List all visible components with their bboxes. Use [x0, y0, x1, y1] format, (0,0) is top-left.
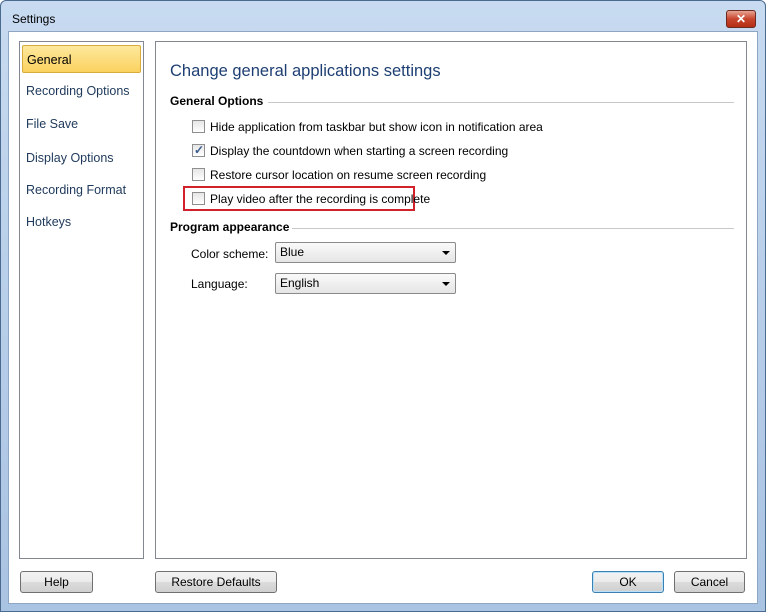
- help-button[interactable]: Help: [20, 571, 93, 593]
- sidebar-item-hotkeys[interactable]: Hotkeys: [22, 208, 141, 236]
- countdown-label[interactable]: Display the countdown when starting a sc…: [210, 144, 508, 158]
- hide-taskbar-label[interactable]: Hide application from taskbar but show i…: [210, 120, 543, 134]
- sidebar-item-recording-format[interactable]: Recording Format: [22, 176, 141, 204]
- language-value: English: [280, 276, 320, 290]
- dropdown-arrow-icon: [442, 282, 450, 286]
- page-title: Change general applications settings: [170, 62, 441, 80]
- countdown-checkbox[interactable]: ✓: [192, 143, 205, 157]
- language-select[interactable]: English: [275, 273, 456, 294]
- divider: [268, 102, 734, 103]
- close-icon: ✕: [735, 12, 747, 26]
- sidebar-item-display-options[interactable]: Display Options: [22, 144, 141, 172]
- sidebar-item-recording-options[interactable]: Recording Options: [22, 77, 141, 105]
- ok-button[interactable]: OK: [592, 571, 664, 593]
- section-general-options: General Options: [170, 94, 264, 108]
- sidebar-item-general[interactable]: General: [22, 45, 141, 73]
- checkmark-icon: ✓: [194, 143, 205, 157]
- color-scheme-label: Color scheme:: [191, 247, 269, 261]
- sidebar-item-file-save[interactable]: File Save: [22, 110, 141, 138]
- sidebar: General Recording Options File Save Disp…: [19, 41, 144, 559]
- restore-cursor-checkbox[interactable]: [192, 168, 205, 181]
- divider: [292, 228, 734, 229]
- color-scheme-select[interactable]: Blue: [275, 242, 456, 263]
- section-program-appearance: Program appearance: [170, 220, 290, 234]
- dropdown-arrow-icon: [442, 251, 450, 255]
- close-button[interactable]: ✕: [726, 10, 756, 28]
- language-label: Language:: [191, 277, 248, 291]
- window-title: Settings: [12, 12, 56, 26]
- restore-defaults-button[interactable]: Restore Defaults: [155, 571, 277, 593]
- play-video-checkbox[interactable]: [192, 192, 205, 205]
- play-video-label[interactable]: Play video after the recording is comple…: [210, 192, 430, 206]
- cancel-button[interactable]: Cancel: [674, 571, 745, 593]
- content-panel: [155, 41, 747, 559]
- hide-taskbar-checkbox[interactable]: [192, 120, 205, 133]
- color-scheme-value: Blue: [280, 245, 305, 259]
- restore-cursor-label[interactable]: Restore cursor location on resume screen…: [210, 168, 486, 182]
